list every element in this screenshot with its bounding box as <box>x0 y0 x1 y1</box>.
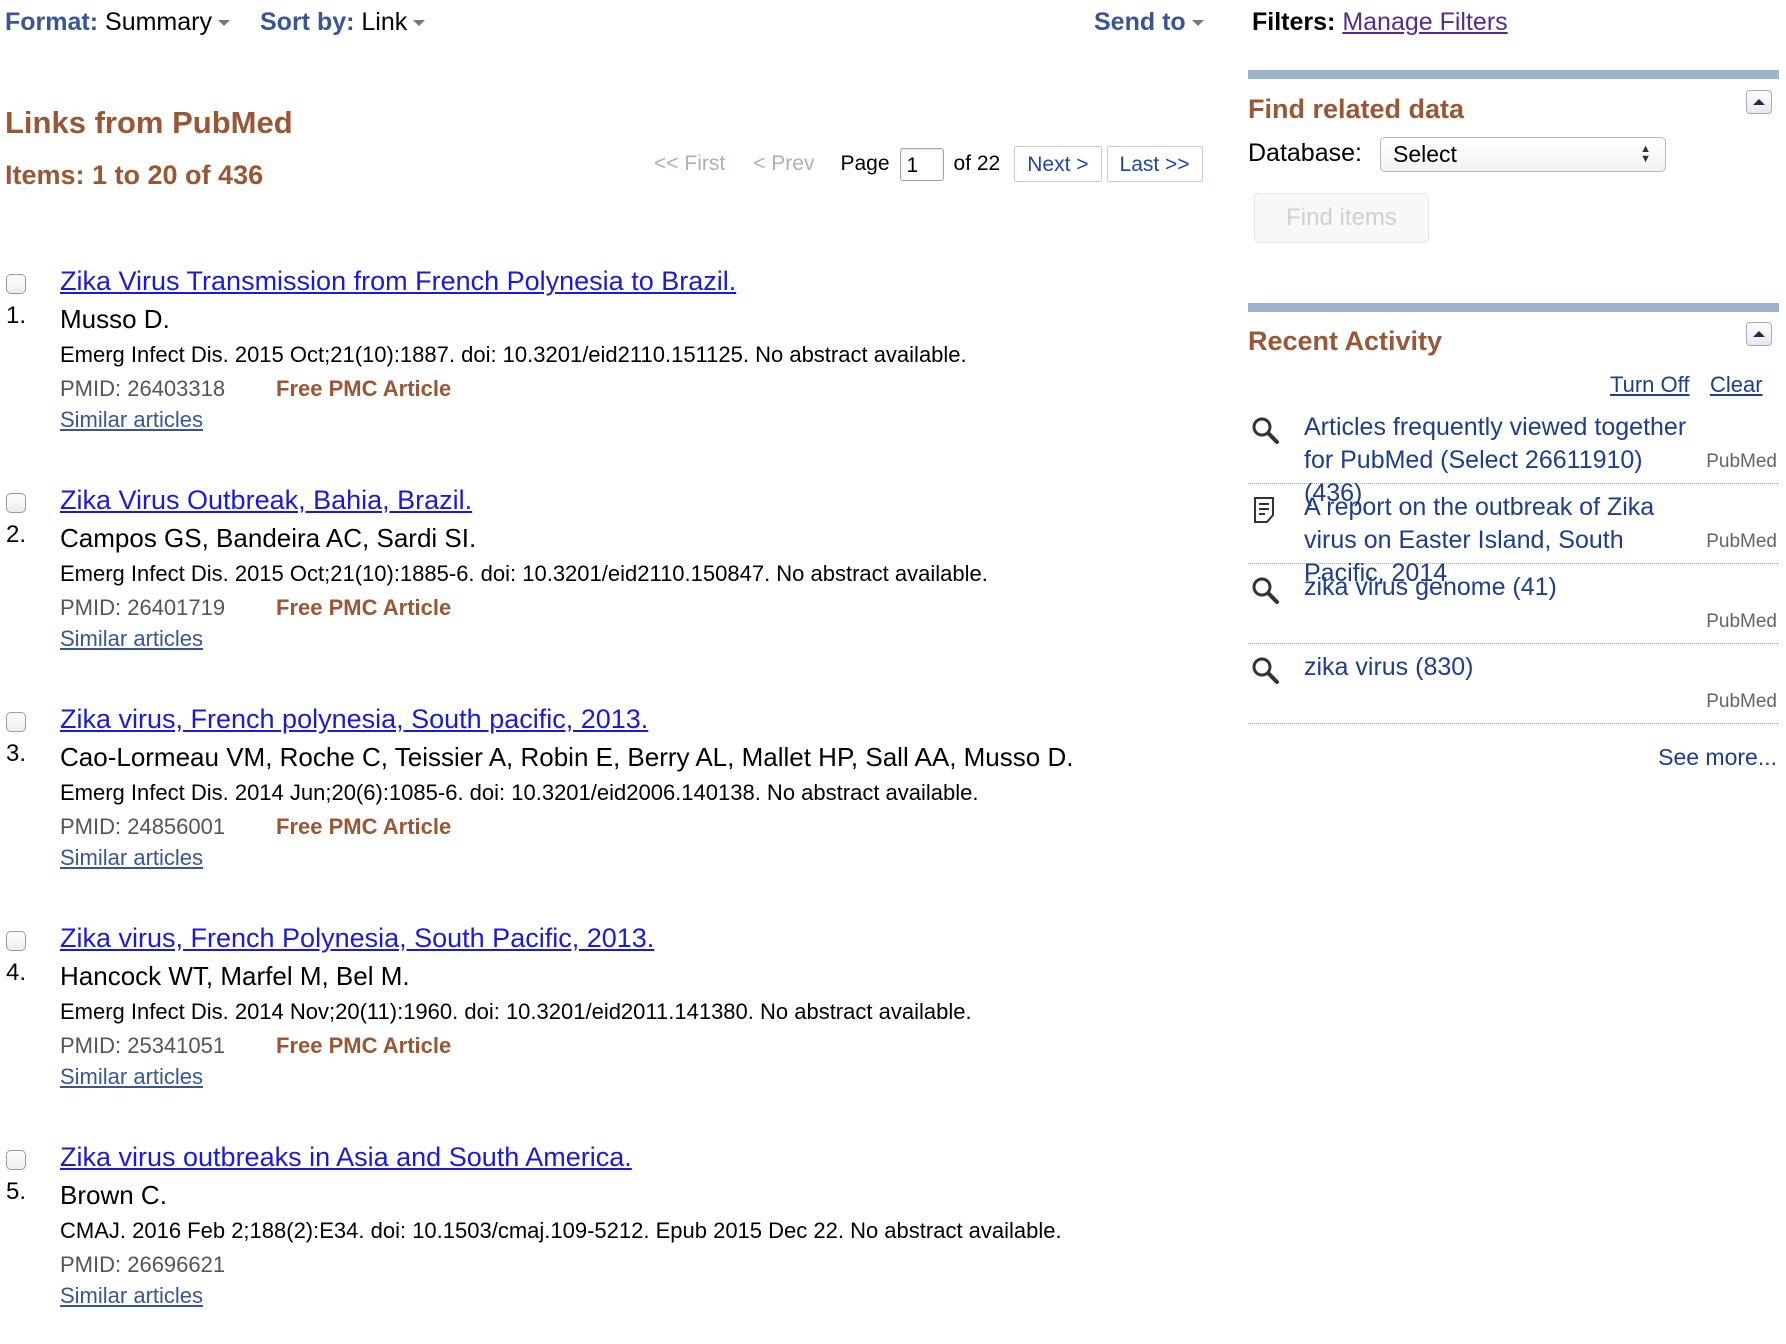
sortby-label: Sort by: <box>260 8 355 36</box>
database-select[interactable]: Select ▲ ▼ <box>1380 137 1666 172</box>
send-to-label: Send to <box>1094 8 1186 36</box>
similar-articles-link[interactable]: Similar articles <box>60 626 203 652</box>
chevron-down-icon <box>413 20 426 27</box>
database-label: Database: <box>1248 139 1362 167</box>
format-label: Format: <box>5 8 99 36</box>
free-pmc-badge: Free PMC Article <box>276 595 452 620</box>
format-value: Summary <box>105 8 212 36</box>
similar-articles-link[interactable]: Similar articles <box>60 1064 203 1090</box>
result-number: 3. <box>6 740 27 767</box>
first-page-link[interactable]: << First <box>654 152 725 176</box>
result-pmid: PMID: 25341051 <box>60 1033 226 1058</box>
select-checkbox[interactable] <box>6 274 26 294</box>
result-title-link[interactable]: Zika Virus Transmission from French Poly… <box>60 266 736 297</box>
search-icon <box>1252 417 1279 444</box>
result-title-link[interactable]: Zika Virus Outbreak, Bahia, Brazil. <box>60 485 472 516</box>
section-divider <box>1248 303 1779 312</box>
activity-db: PubMed <box>1706 691 1777 712</box>
result-authors: Brown C. <box>60 1180 167 1210</box>
free-pmc-badge: Free PMC Article <box>276 376 452 401</box>
page-number-input[interactable]: 1 <box>899 147 944 181</box>
next-page-button[interactable]: Next > <box>1014 146 1102 182</box>
page-total: of 22 <box>953 152 1001 175</box>
result-authors: Hancock WT, Marfel M, Bel M. <box>60 961 410 991</box>
activity-item[interactable]: Articles frequently viewed together for … <box>1248 411 1779 507</box>
collapse-toggle-icon[interactable] <box>1746 90 1772 114</box>
activity-db: PubMed <box>1706 531 1777 552</box>
format-selector[interactable]: Format: Summary <box>5 8 230 37</box>
result-item: 2. Zika Virus Outbreak, Bahia, Brazil. C… <box>0 485 1180 687</box>
result-citation: Emerg Infect Dis. 2015 Oct;21(10):1885-6… <box>60 561 988 586</box>
recent-activity-title: Recent Activity <box>1248 326 1443 356</box>
result-number: 1. <box>6 302 27 329</box>
result-pmid: PMID: 26403318 <box>60 376 226 401</box>
sort-selector[interactable]: Sort by: Link <box>260 8 426 37</box>
last-page-button[interactable]: Last >> <box>1106 146 1203 182</box>
search-icon <box>1252 657 1279 684</box>
select-checkbox[interactable] <box>6 1150 26 1170</box>
result-title-link[interactable]: Zika virus, French Polynesia, South Paci… <box>60 923 654 954</box>
result-pmid: PMID: 26401719 <box>60 595 226 620</box>
result-authors: Campos GS, Bandeira AC, Sardi SI. <box>60 523 477 553</box>
result-item: 5. Zika virus outbreaks in Asia and Sout… <box>0 1142 1180 1344</box>
activity-text: zika virus genome (41) <box>1304 573 1557 601</box>
activity-item[interactable]: zika virus genome (41) PubMed <box>1248 571 1779 644</box>
pagination: << First < Prev Page 1 of 22 Next > Last… <box>654 144 1203 184</box>
result-item: 1. Zika Virus Transmission from French P… <box>0 266 1180 468</box>
sortby-value: Link <box>361 8 408 36</box>
document-icon <box>1254 497 1274 523</box>
chevron-down-icon <box>217 20 230 27</box>
prev-page-link[interactable]: < Prev <box>753 152 814 176</box>
activity-db: PubMed <box>1706 451 1777 472</box>
page-title: Links from PubMed <box>5 105 293 140</box>
search-icon <box>1252 577 1279 604</box>
result-authors: Musso D. <box>60 304 170 334</box>
database-select-value: Select <box>1393 141 1457 167</box>
send-to-menu[interactable]: Send to <box>1094 8 1204 37</box>
chevron-down-icon <box>1191 20 1204 27</box>
items-count: Items: 1 to 20 of 436 <box>5 160 264 190</box>
select-checkbox[interactable] <box>6 493 26 513</box>
result-citation: Emerg Infect Dis. 2014 Jun;20(6):1085-6.… <box>60 780 979 805</box>
result-citation: CMAJ. 2016 Feb 2;188(2):E34. doi: 10.150… <box>60 1218 1062 1243</box>
result-number: 4. <box>6 959 27 986</box>
free-pmc-badge: Free PMC Article <box>276 814 452 839</box>
result-title-link[interactable]: Zika virus outbreaks in Asia and South A… <box>60 1142 632 1173</box>
filters-label: Filters: <box>1252 8 1336 36</box>
page-label: Page <box>840 152 890 175</box>
result-pmid: PMID: 26696621 <box>60 1252 226 1277</box>
collapse-toggle-icon[interactable] <box>1746 322 1772 346</box>
select-checkbox[interactable] <box>6 712 26 732</box>
result-pmid: PMID: 24856001 <box>60 814 226 839</box>
updown-arrows-icon: ▲ ▼ <box>1640 143 1651 165</box>
turn-off-link[interactable]: Turn Off <box>1610 372 1689 398</box>
result-citation: Emerg Infect Dis. 2014 Nov;20(11):1960. … <box>60 999 972 1024</box>
activity-db: PubMed <box>1706 611 1777 632</box>
manage-filters-link[interactable]: Manage Filters <box>1342 8 1507 36</box>
similar-articles-link[interactable]: Similar articles <box>60 845 203 871</box>
result-citation: Emerg Infect Dis. 2015 Oct;21(10):1887. … <box>60 342 967 367</box>
select-checkbox[interactable] <box>6 931 26 951</box>
clear-link[interactable]: Clear <box>1710 372 1763 398</box>
activity-text: zika virus (830) <box>1304 653 1474 681</box>
find-related-title: Find related data <box>1248 94 1465 124</box>
activity-item[interactable]: A report on the outbreak of Zika virus o… <box>1248 491 1779 587</box>
section-divider <box>1248 70 1779 79</box>
result-item: 4. Zika virus, French Polynesia, South P… <box>0 923 1180 1125</box>
result-number: 5. <box>6 1178 27 1205</box>
similar-articles-link[interactable]: Similar articles <box>60 1283 203 1309</box>
activity-item[interactable]: zika virus (830) PubMed <box>1248 651 1779 724</box>
see-more-link[interactable]: See more... <box>1658 744 1777 771</box>
find-items-button[interactable]: Find items <box>1254 193 1429 243</box>
result-item: 3. Zika virus, French polynesia, South p… <box>0 704 1180 906</box>
result-authors: Cao-Lormeau VM, Roche C, Teissier A, Rob… <box>60 742 1074 772</box>
free-pmc-badge: Free PMC Article <box>276 1033 452 1058</box>
similar-articles-link[interactable]: Similar articles <box>60 407 203 433</box>
result-number: 2. <box>6 521 27 548</box>
result-title-link[interactable]: Zika virus, French polynesia, South paci… <box>60 704 648 735</box>
